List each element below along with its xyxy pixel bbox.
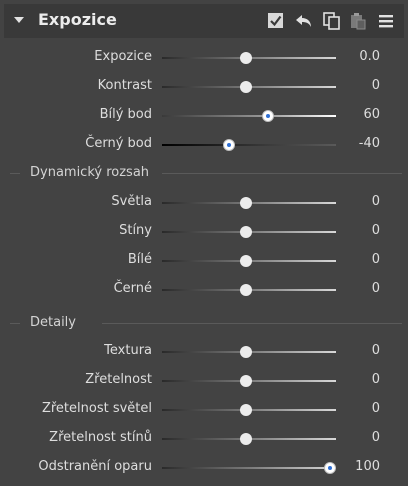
slider-knob[interactable] [240, 375, 252, 387]
slider-label: Zřetelnost světel [41, 401, 152, 416]
panel-header[interactable]: Expozice [4, 4, 404, 38]
slider-knob[interactable] [240, 52, 252, 64]
paste-icon[interactable] [348, 11, 368, 31]
section-title: Dynamický rozsah [30, 165, 150, 180]
slider-row-cerne[interactable]: Černé 0 [0, 275, 408, 304]
slider-knob[interactable] [324, 462, 336, 474]
copy-icon[interactable] [322, 11, 342, 31]
slider-knob[interactable] [240, 284, 252, 296]
slider-label: Expozice [94, 49, 152, 64]
slider-row-textura[interactable]: Textura 0 [0, 337, 408, 366]
slider-label: Zřetelnost stínů [49, 430, 152, 445]
slider-label: Odstranění oparu [38, 459, 152, 474]
slider-value[interactable]: 0 [372, 194, 380, 209]
triangle-down-icon[interactable] [14, 17, 24, 23]
slider-track[interactable] [162, 115, 336, 117]
slider-track[interactable] [162, 144, 336, 146]
slider-value[interactable]: 0 [372, 372, 380, 387]
section-divider [10, 173, 20, 174]
section-divider [162, 173, 402, 174]
slider-value[interactable]: 0 [372, 78, 380, 93]
slider-knob[interactable] [240, 226, 252, 238]
slider-row-zretelnost-stinu[interactable]: Zřetelnost stínů 0 [0, 424, 408, 453]
slider-value[interactable]: 0 [372, 343, 380, 358]
slider-value[interactable]: 60 [363, 107, 380, 122]
panel-title: Expozice [38, 10, 117, 29]
slider-knob[interactable] [223, 139, 236, 151]
slider-value[interactable]: 0 [372, 430, 380, 445]
section-title: Detaily [30, 315, 76, 330]
slider-knob[interactable] [240, 197, 252, 209]
checkbox-checked-icon[interactable] [266, 11, 286, 31]
slider-row-zretelnost-svetel[interactable]: Zřetelnost světel 0 [0, 395, 408, 424]
slider-row-svetla[interactable]: Světla 0 [0, 188, 408, 217]
slider-row-zretelnost[interactable]: Zřetelnost 0 [0, 366, 408, 395]
slider-row-stiny[interactable]: Stíny 0 [0, 217, 408, 246]
slider-knob[interactable] [240, 346, 252, 358]
slider-label: Černé [113, 281, 152, 296]
slider-label: Bílé [127, 252, 152, 267]
slider-label: Kontrast [97, 78, 152, 93]
section-divider [10, 323, 20, 324]
slider-label: Textura [104, 343, 152, 358]
hamburger-menu-icon[interactable] [376, 11, 396, 31]
slider-value[interactable]: 100 [355, 459, 380, 474]
slider-row-kontrast[interactable]: Kontrast 0 [0, 72, 408, 101]
slider-knob[interactable] [240, 255, 252, 267]
slider-row-bile[interactable]: Bílé 0 [0, 246, 408, 275]
slider-row-expozice[interactable]: Expozice 0.0 [0, 43, 408, 72]
slider-label: Černý bod [85, 136, 152, 151]
slider-label: Bílý bod [99, 107, 152, 122]
slider-label: Světla [111, 194, 152, 209]
slider-knob[interactable] [240, 433, 252, 445]
slider-row-odstraneni-oparu[interactable]: Odstranění oparu 100 [0, 453, 408, 482]
slider-row-cerny-bod[interactable]: Černý bod -40 [0, 130, 408, 159]
section-divider [102, 323, 402, 324]
slider-value[interactable]: 0 [372, 401, 380, 416]
undo-icon[interactable] [294, 11, 314, 31]
slider-value[interactable]: -40 [359, 136, 380, 151]
slider-knob[interactable] [240, 81, 252, 93]
slider-label: Zřetelnost [85, 372, 152, 387]
section-dynamic-range: Dynamický rozsah [10, 163, 402, 183]
slider-row-bily-bod[interactable]: Bílý bod 60 [0, 101, 408, 130]
slider-value[interactable]: 0.0 [359, 49, 380, 64]
slider-value[interactable]: 0 [372, 252, 380, 267]
section-details: Detaily [10, 313, 402, 333]
slider-knob[interactable] [261, 110, 274, 122]
slider-track[interactable] [162, 467, 336, 469]
slider-knob[interactable] [240, 404, 252, 416]
slider-label: Stíny [119, 223, 152, 238]
slider-value[interactable]: 0 [372, 281, 380, 296]
slider-value[interactable]: 0 [372, 223, 380, 238]
